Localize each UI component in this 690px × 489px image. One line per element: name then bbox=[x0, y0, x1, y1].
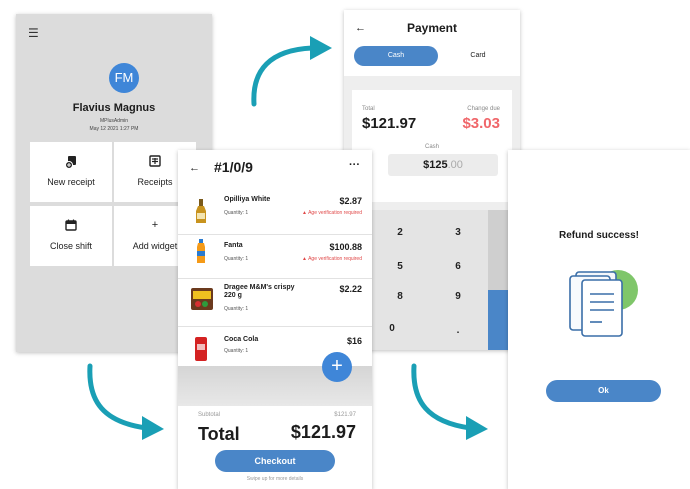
receipt-number: #1/0/9 bbox=[214, 159, 253, 175]
item-name: Dragee M&M's crispy 220 g bbox=[224, 284, 295, 299]
back-arrow-icon[interactable]: ← bbox=[189, 162, 200, 174]
divider bbox=[178, 278, 372, 279]
item-price: $2.87 bbox=[339, 196, 362, 206]
list-item[interactable]: Dragee M&M's crispy 220 g Quantity: 1 $2… bbox=[178, 284, 372, 324]
calendar-icon bbox=[30, 219, 112, 234]
item-quantity: Quantity: 1 bbox=[224, 256, 249, 262]
add-item-button[interactable]: + bbox=[322, 352, 352, 382]
refund-screen: Refund success! Ok bbox=[508, 150, 690, 489]
change-due-label: Change due bbox=[467, 106, 500, 112]
key-8[interactable]: 8 bbox=[380, 284, 420, 310]
key-6[interactable]: 6 bbox=[438, 254, 478, 280]
tab-card[interactable]: Card bbox=[440, 46, 516, 66]
cash-decimals: .00 bbox=[447, 159, 463, 171]
flow-arrow-icon bbox=[251, 36, 332, 107]
item-price: $16 bbox=[346, 336, 362, 346]
flow-arrow-icon bbox=[411, 363, 488, 440]
flow-illustration: ☰ FM Flavius Magnus MPlusAdmin May 12 20… bbox=[0, 0, 690, 489]
item-quantity: Quantity: 1 bbox=[224, 210, 249, 216]
new-receipt-icon bbox=[30, 155, 112, 172]
total-label: Total bbox=[362, 106, 375, 112]
list-item[interactable]: Opilliya White Quantity: 1 $2.87 ▲ Age v… bbox=[178, 196, 372, 232]
total-value: $121.97 bbox=[290, 422, 356, 442]
key-decimal[interactable]: . bbox=[438, 318, 478, 344]
total-label: Total bbox=[198, 424, 240, 444]
item-quantity: Quantity: 1 bbox=[224, 306, 249, 312]
more-options-icon[interactable]: ··· bbox=[349, 159, 360, 171]
ok-button[interactable]: Ok bbox=[546, 380, 661, 402]
checkout-button[interactable]: Checkout bbox=[215, 450, 335, 472]
key-0[interactable]: 0 bbox=[372, 316, 412, 342]
swipe-hint: Swipe up for more details bbox=[246, 476, 304, 482]
age-warning: ▲ Age verification required bbox=[302, 210, 362, 216]
cash-amount: $125 bbox=[423, 159, 448, 171]
key-2[interactable]: 2 bbox=[380, 220, 420, 246]
key-5[interactable]: 5 bbox=[380, 254, 420, 280]
key-3[interactable]: 3 bbox=[438, 220, 478, 246]
age-warning-text: Age verification required bbox=[308, 210, 362, 216]
user-name: Flavius Magnus bbox=[72, 102, 156, 114]
refund-message: Refund success! bbox=[558, 230, 640, 241]
age-warning-text: Age verification required bbox=[308, 256, 362, 262]
key-9[interactable]: 9 bbox=[438, 284, 478, 310]
divider bbox=[178, 326, 372, 327]
close-shift-tile[interactable]: Close shift bbox=[30, 206, 112, 266]
hamburger-menu-icon[interactable]: ☰ bbox=[28, 26, 39, 40]
tab-cash[interactable]: Cash bbox=[354, 46, 438, 66]
total-value: $121.97 bbox=[362, 115, 417, 132]
subtotal-value: $121.97 bbox=[334, 412, 356, 418]
candy-bag-icon bbox=[191, 288, 213, 310]
current-date: May 12 2021 1:27 PM bbox=[89, 126, 139, 132]
receipt-illustration-icon bbox=[569, 270, 638, 337]
new-receipt-tile[interactable]: New receipt bbox=[30, 142, 112, 202]
payment-summary: Total $121.97 Change due $3.03 Cash $125… bbox=[352, 90, 512, 202]
soda-can-icon bbox=[195, 337, 207, 361]
beer-bottle-icon bbox=[196, 199, 206, 223]
soda-bottle-icon bbox=[197, 239, 205, 263]
cash-label: Cash bbox=[424, 144, 439, 150]
cash-input[interactable]: $125.00 bbox=[388, 154, 498, 176]
divider bbox=[178, 234, 372, 235]
user-role: MPlusAdmin bbox=[99, 118, 129, 124]
flow-arrow-icon bbox=[87, 363, 164, 440]
page-title: Payment bbox=[406, 21, 458, 35]
payment-header: ← Payment Cash Card bbox=[344, 10, 520, 76]
item-price: $100.88 bbox=[329, 242, 362, 252]
subtotal-label: Subtotal bbox=[198, 412, 221, 418]
item-name: Fanta bbox=[224, 242, 243, 249]
receipt-screen: ← #1/0/9 ··· Opilliya White Quantity: 1 … bbox=[178, 150, 372, 489]
item-quantity: Quantity: 1 bbox=[224, 348, 249, 354]
item-name: Coca Cola bbox=[224, 336, 259, 343]
receipt-header: ← #1/0/9 ··· bbox=[178, 150, 372, 186]
change-due-value: $3.03 bbox=[462, 115, 500, 132]
item-price: $2.22 bbox=[339, 284, 362, 294]
item-name: Opilliya White bbox=[224, 196, 271, 203]
list-item[interactable]: Fanta Quantity: 1 $100.88 ▲ Age verifica… bbox=[178, 239, 372, 278]
tile-label: Close shift bbox=[49, 241, 93, 251]
avatar[interactable]: FM bbox=[109, 63, 139, 93]
tile-label: New receipt bbox=[47, 177, 95, 187]
age-warning: ▲ Age verification required bbox=[302, 256, 362, 262]
